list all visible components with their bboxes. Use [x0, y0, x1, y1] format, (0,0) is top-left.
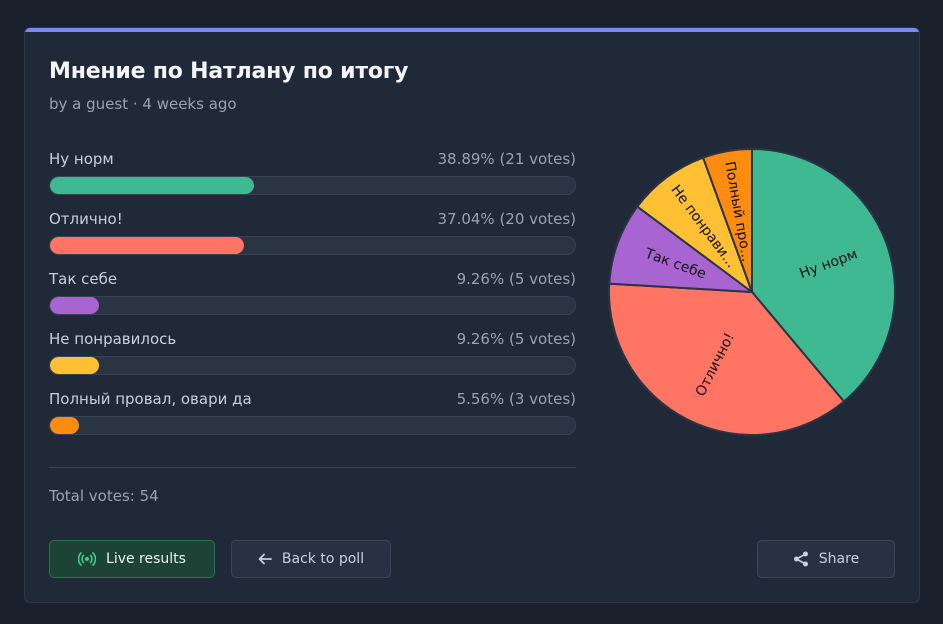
progress-track	[49, 356, 576, 375]
live-results-button[interactable]: Live results	[49, 540, 215, 578]
options-list: Ну норм 38.89% (21 votes) Отлично! 37.04…	[49, 148, 576, 448]
poll-title: Мнение по Натлану по итогу	[49, 59, 409, 84]
back-to-poll-label: Back to poll	[281, 551, 365, 567]
arrow-left-icon	[258, 553, 272, 565]
option-label: Полный провал, овари да	[49, 390, 252, 408]
share-button[interactable]: Share	[757, 540, 895, 578]
poll-results-card: Мнение по Натлану по итогу by a guest · …	[24, 27, 920, 603]
back-to-poll-button[interactable]: Back to poll	[231, 540, 391, 578]
option-label: Ну норм	[49, 150, 114, 168]
share-label: Share	[818, 551, 860, 567]
progress-track	[49, 236, 576, 255]
option-result: Не понравилось 9.26% (5 votes)	[49, 328, 576, 388]
option-label: Так себе	[49, 270, 118, 288]
share-icon	[793, 551, 809, 567]
progress-fill	[50, 177, 255, 194]
progress-track	[49, 176, 576, 195]
option-percentage: 5.56% (3 votes)	[456, 390, 576, 408]
option-percentage: 9.26% (5 votes)	[456, 330, 576, 348]
live-results-label: Live results	[106, 551, 186, 567]
divider	[49, 467, 576, 468]
option-label: Отлично!	[49, 210, 123, 228]
progress-fill	[50, 297, 99, 314]
option-result: Так себе 9.26% (5 votes)	[49, 268, 576, 328]
option-result: Отлично! 37.04% (20 votes)	[49, 208, 576, 268]
progress-track	[49, 296, 576, 315]
option-label: Не понравилось	[49, 330, 177, 348]
progress-fill	[50, 237, 245, 254]
total-votes: Total votes: 54	[49, 487, 159, 505]
progress-fill	[50, 357, 99, 374]
poll-meta: by a guest · 4 weeks ago	[49, 95, 237, 113]
option-percentage: 37.04% (20 votes)	[437, 210, 576, 228]
accent-bar	[25, 28, 919, 32]
progress-fill	[50, 417, 80, 434]
results-pie-chart: Ну нормОтлично!Так себеНе понрави...Полн…	[608, 147, 896, 436]
broadcast-icon	[78, 552, 97, 566]
option-percentage: 38.89% (21 votes)	[437, 150, 576, 168]
option-percentage: 9.26% (5 votes)	[456, 270, 576, 288]
option-result: Ну норм 38.89% (21 votes)	[49, 148, 576, 208]
option-result: Полный провал, овари да 5.56% (3 votes)	[49, 388, 576, 448]
progress-track	[49, 416, 576, 435]
